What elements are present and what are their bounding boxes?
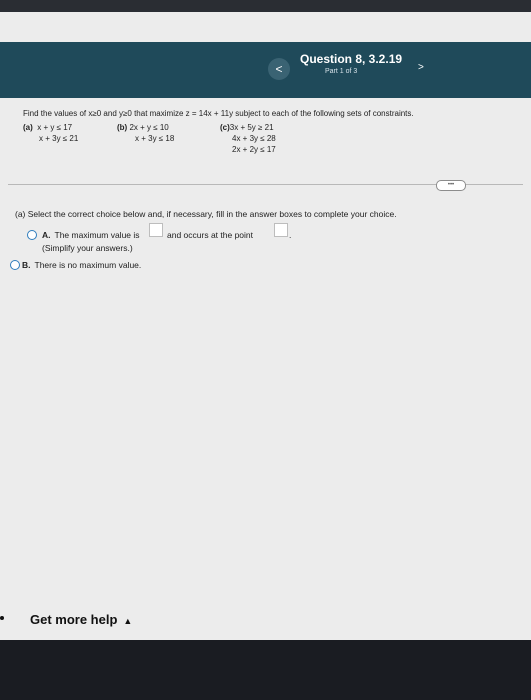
choice-a-middle: and occurs at the point <box>167 230 254 240</box>
constraint-set-label: (a) <box>23 123 33 132</box>
choice-a-end: . <box>289 230 292 240</box>
constraint-line: x + 3y ≤ 18 <box>135 134 175 143</box>
constraint-set-c: (c)3x + 5y ≥ 21 4x + 3y ≤ 28 2x + 2y ≤ 1… <box>220 122 276 155</box>
problem-prompt: Find the values of x≥0 and y≥0 that maxi… <box>23 109 414 118</box>
constraint-set-label: (c) <box>220 123 230 132</box>
constraint-line: 3x + 5y ≥ 21 <box>229 123 274 132</box>
point-input[interactable] <box>274 223 288 237</box>
caret-up-icon: ▲ <box>123 616 133 626</box>
choice-a-note: (Simplify your answers.) <box>42 243 133 253</box>
constraint-line: x + y ≤ 17 <box>37 123 73 132</box>
constraint-line: x + 3y ≤ 21 <box>39 134 79 143</box>
max-value-input[interactable] <box>149 223 163 237</box>
constraint-line: 2x + y ≤ 10 <box>129 123 169 132</box>
constraint-line: 2x + 2y ≤ 17 <box>232 145 276 154</box>
choice-letter: A. <box>42 230 51 240</box>
choice-a[interactable]: A. The maximum value is <box>42 230 140 240</box>
constraint-set-label: (b) <box>117 123 128 132</box>
constraint-set-b: (b) 2x + y ≤ 10 x + 3y ≤ 18 <box>117 122 174 144</box>
question-title: Question 8, 3.2.19 <box>300 52 403 66</box>
choice-a-text-before: The maximum value is <box>54 230 140 240</box>
more-options-button[interactable]: ••• <box>436 180 466 191</box>
part-a-instruction: (a) Select the correct choice below and,… <box>15 209 397 219</box>
get-more-help-label: Get more help <box>30 612 118 627</box>
screen-dot <box>0 616 4 620</box>
choice-b-text: There is no maximum value. <box>34 260 142 270</box>
top-bezel <box>0 0 531 12</box>
choice-b[interactable]: B. There is no maximum value. <box>22 260 141 270</box>
choice-b-radio[interactable] <box>10 260 20 270</box>
next-question-button[interactable]: > <box>418 62 424 73</box>
constraint-line: 4x + 3y ≤ 28 <box>232 134 276 143</box>
constraint-set-a: (a) x + y ≤ 17 x + 3y ≤ 21 <box>23 122 78 144</box>
choice-letter: B. <box>22 260 31 270</box>
choice-a-radio[interactable] <box>27 230 37 240</box>
get-more-help-button[interactable]: Get more help ▲ <box>30 612 132 627</box>
chevron-right-icon: > <box>418 62 424 73</box>
question-header: < Question 8, 3.2.19 Part 1 of 3 > <box>0 42 531 98</box>
question-part: Part 1 of 3 <box>325 68 358 75</box>
question-screen: < Question 8, 3.2.19 Part 1 of 3 > Find … <box>0 12 531 640</box>
bottom-bezel <box>0 640 531 700</box>
